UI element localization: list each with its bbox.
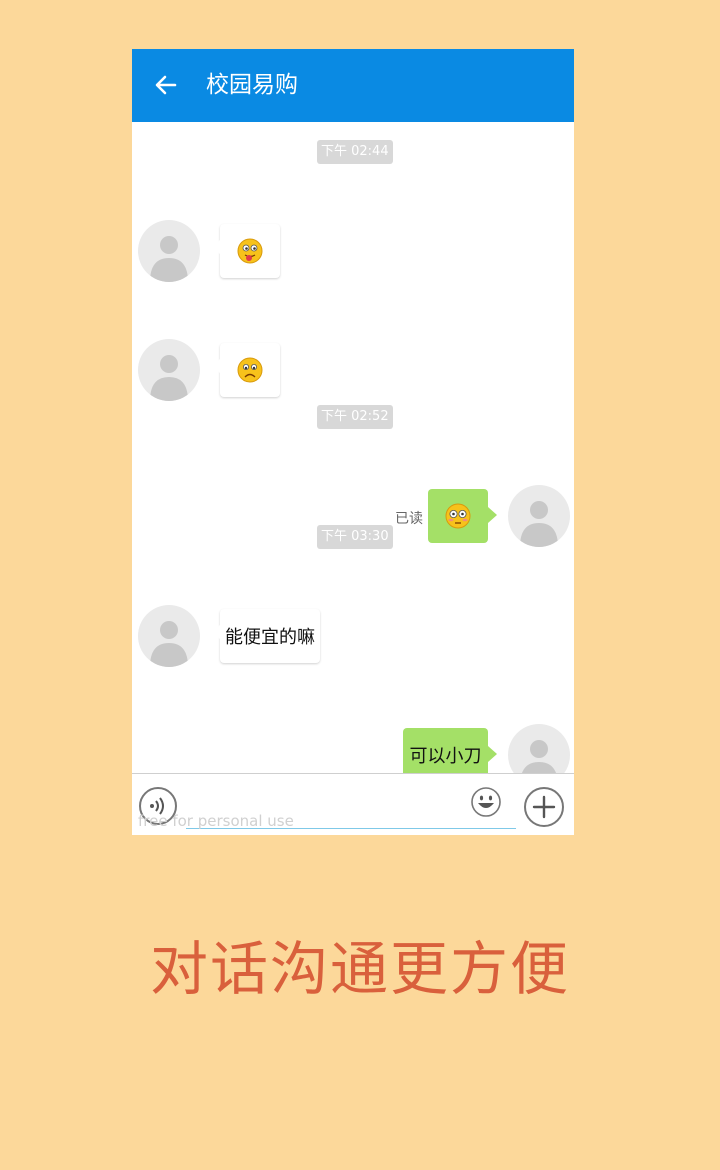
flushed-face-icon: [445, 503, 471, 529]
watermark-text: free for personal use: [138, 812, 294, 830]
input-bar: free for personal use: [132, 773, 574, 835]
app-bar: 校园易购: [132, 49, 574, 122]
default-avatar-icon: [150, 355, 188, 401]
promo-caption: 对话沟通更方便: [149, 935, 570, 1003]
avatar[interactable]: [138, 220, 200, 282]
emoji-button[interactable]: [470, 786, 502, 818]
timestamp-badge: 下午 02:52: [317, 405, 393, 429]
chat-list[interactable]: 下午 02:44 下午 02:52 已读 下午 03:30 能便宜的嘛 可以小刀: [132, 122, 574, 786]
back-button[interactable]: [150, 69, 182, 101]
message-bubble-incoming[interactable]: 能便宜的嘛: [213, 609, 320, 663]
plus-icon: [532, 795, 556, 819]
emoji-icon: [471, 787, 501, 817]
phone-screen: 校园易购 下午 02:44 下午 02:52 已读 下午 03:30 能便宜的嘛…: [132, 49, 574, 835]
message-text: 可以小刀: [409, 746, 482, 767]
message-bubble-incoming[interactable]: [213, 343, 280, 397]
arrow-left-icon: [155, 75, 177, 95]
yum-face-icon: [237, 238, 263, 264]
message-bubble-incoming[interactable]: [213, 224, 280, 278]
timestamp-badge: 下午 03:30: [317, 525, 393, 549]
timestamp-badge: 下午 02:44: [317, 140, 393, 164]
default-avatar-icon: [520, 501, 558, 547]
more-button[interactable]: [524, 787, 564, 827]
page-title: 校园易购: [206, 72, 298, 98]
avatar[interactable]: [508, 485, 570, 547]
default-avatar-icon: [150, 621, 188, 667]
message-text: 能便宜的嘛: [225, 627, 315, 648]
default-avatar-icon: [150, 236, 188, 282]
read-status-label: 已读: [395, 511, 423, 527]
message-bubble-outgoing[interactable]: [428, 489, 497, 543]
avatar[interactable]: [138, 605, 200, 667]
avatar[interactable]: [138, 339, 200, 401]
sad-face-icon: [237, 357, 263, 383]
